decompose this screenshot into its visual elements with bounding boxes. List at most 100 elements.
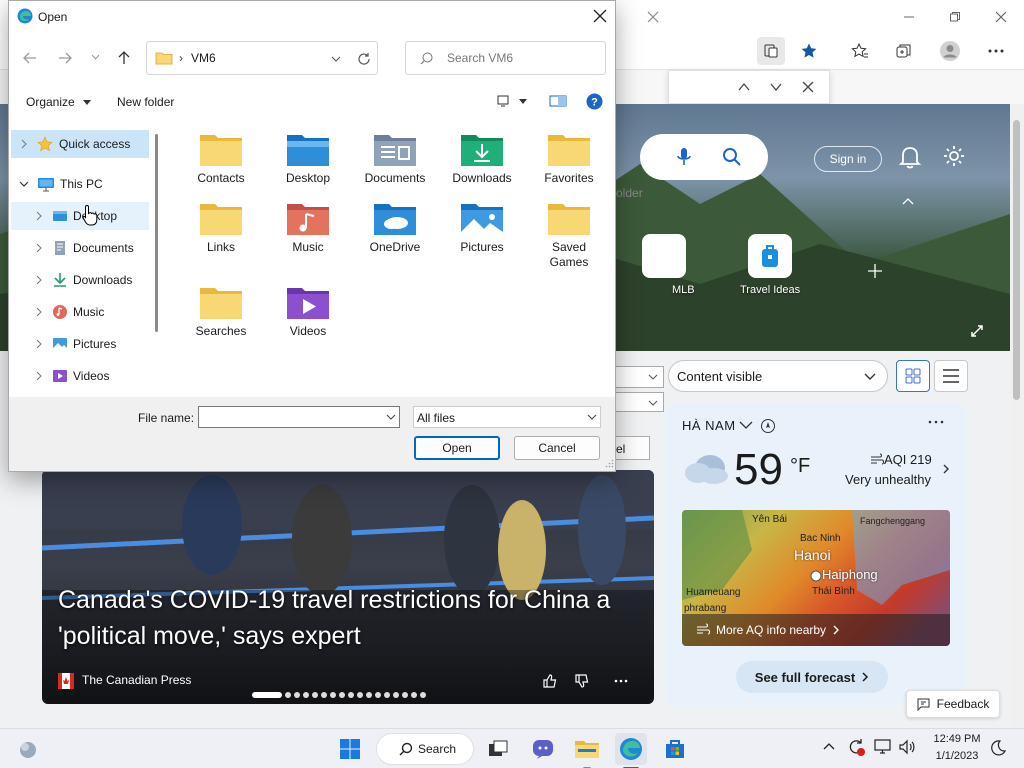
start-windows-icon[interactable] [334,733,366,765]
settings-gear-icon[interactable] [942,144,966,168]
folder-favorites[interactable]: Favorites [529,131,609,186]
location-chevron-icon[interactable] [738,419,754,431]
nav-item-documents[interactable]: Documents [11,234,149,262]
profile-avatar-icon[interactable] [936,37,964,65]
sync-alert-icon[interactable] [846,737,866,757]
minimize-icon[interactable] [898,8,920,26]
folder-downloads[interactable]: Downloads [442,131,522,186]
back-arrow-icon[interactable] [23,52,37,64]
find-close-icon[interactable] [801,80,815,94]
more-aq-link[interactable]: More AQ info nearby [716,623,826,637]
content-visible-dropdown[interactable]: Content visible [668,360,888,392]
forward-arrow-icon[interactable] [58,52,72,64]
edge-browser-icon[interactable] [615,733,647,768]
full-forecast-button[interactable]: See full forecast [736,661,888,693]
folder-documents[interactable]: Documents [355,131,435,186]
news-more-icon[interactable] [614,679,628,683]
widgets-weather-icon[interactable] [12,733,44,765]
folder-onedrive[interactable]: OneDrive [355,200,435,255]
folder-pictures[interactable]: Pictures [442,200,522,255]
cancel-button[interactable]: Cancel [514,436,600,460]
news-headline[interactable]: Canada's COVID-19 travel restrictions fo… [58,582,638,654]
up-arrow-icon[interactable] [118,51,130,65]
grid-view-button[interactable] [896,360,930,392]
nav-item-videos[interactable]: Videos [11,362,149,390]
preview-pane-icon[interactable] [549,95,567,107]
weather-card[interactable]: HÀ NAM 59 °F AQI 219 Very unhealthy Yên … [666,403,966,705]
help-icon[interactable]: ? [586,93,603,110]
search-icon[interactable] [722,147,742,167]
find-next-icon[interactable] [769,80,783,94]
file-type-dropdown-icon [587,414,597,420]
add-link-icon[interactable] [866,262,884,280]
nav-item-downloads[interactable]: Downloads [11,266,149,294]
open-button[interactable]: Open [414,436,500,460]
favorites-icon[interactable] [846,37,874,65]
aqi-chevron-icon[interactable] [942,463,950,475]
resize-grip-icon[interactable] [605,459,614,468]
find-previous-icon[interactable] [737,80,751,94]
sign-in-button[interactable]: Sign in [814,146,882,172]
folder-links[interactable]: Links [181,200,261,255]
view-options-icon[interactable] [497,94,529,108]
tray-overflow-chevron-icon[interactable] [822,741,836,751]
mlb-tile[interactable] [642,234,686,278]
address-bar[interactable]: › VM6 [146,41,378,75]
organize-menu[interactable]: Organize [26,95,92,109]
taskbar-search-button[interactable]: Search [376,733,474,765]
folder-searches[interactable]: Searches [181,284,261,339]
notification-moon-icon[interactable] [990,739,1006,757]
task-view-icon[interactable] [482,733,514,765]
aq-chevron-icon[interactable] [832,625,840,635]
weather-more-icon[interactable] [928,420,944,424]
like-icon[interactable] [542,673,558,689]
recent-locations-chevron-icon[interactable] [91,54,100,60]
folder-saved-games[interactable]: Saved Games [529,200,609,270]
folder-music[interactable]: Music [268,200,348,255]
breadcrumb-vm6[interactable]: VM6 [191,51,216,65]
page-scrollbar-thumb[interactable] [1013,120,1020,400]
file-type-select[interactable]: All files [413,406,601,428]
more-menu-icon[interactable] [982,37,1010,65]
feedback-button[interactable]: Feedback [906,690,1000,718]
nav-item-music[interactable]: Music [11,298,149,326]
weather-location[interactable]: HÀ NAM [682,418,736,433]
search-input[interactable]: Search VM6 [405,41,606,75]
chat-teams-icon[interactable] [527,733,559,765]
onedrive-icon [374,204,416,235]
file-explorer-icon[interactable] [571,733,603,768]
window-close-icon[interactable] [990,8,1012,26]
microphone-icon[interactable] [676,147,692,167]
dislike-icon[interactable] [574,673,590,689]
list-view-button[interactable] [934,360,968,392]
tab-close-icon[interactable] [642,8,664,26]
folder-desktop[interactable]: Desktop [268,131,348,186]
restore-icon[interactable] [944,8,966,26]
system-clock[interactable]: 12:49 PM 1/1/2023 [924,731,990,765]
location-target-icon[interactable] [760,418,776,434]
news-card[interactable]: Canada's COVID-19 travel restrictions fo… [42,470,654,704]
reading-view-icon[interactable] [757,37,785,65]
expand-icon[interactable] [970,324,984,338]
web-search-box[interactable] [640,134,768,180]
travel-ideas-tile[interactable] [748,234,792,278]
favorite-star-icon[interactable] [795,37,823,65]
nav-item-this-pc[interactable]: This PC [11,170,149,198]
nav-pane-scrollbar[interactable] [155,134,158,332]
nav-item-quick-access[interactable]: Quick access [11,130,149,158]
carousel-dots[interactable] [252,692,426,698]
network-icon[interactable] [874,738,892,756]
volume-icon[interactable] [898,738,916,756]
collapse-chevron-icon[interactable] [901,196,915,206]
nav-item-pictures[interactable]: Pictures [11,330,149,358]
nav-item-desktop[interactable]: Desktop [11,202,149,230]
air-quality-map[interactable]: Yên Bái Fangchenggang Bac Ninh Hanoi Hai… [682,510,950,646]
collections-icon[interactable] [890,37,918,65]
folder-videos[interactable]: Videos [268,284,348,339]
notifications-bell-icon[interactable] [898,144,922,170]
folder-contacts[interactable]: Contacts [181,131,261,186]
microsoft-store-icon[interactable] [659,733,691,765]
dialog-close-icon[interactable] [593,9,607,23]
new-folder-button[interactable]: New folder [117,95,174,109]
file-name-input[interactable] [198,406,400,428]
